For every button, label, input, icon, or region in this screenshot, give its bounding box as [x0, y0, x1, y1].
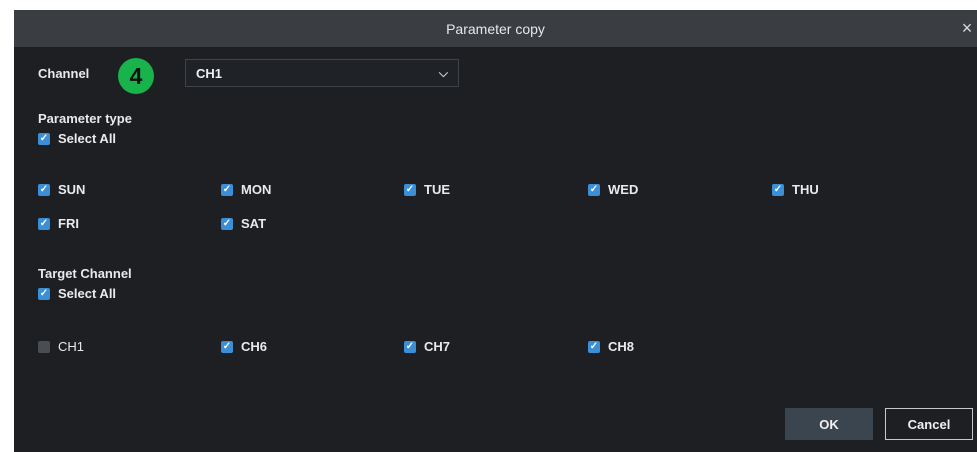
checkbox-checked-icon: ✓	[588, 183, 600, 196]
checkbox-checked-icon: ✓	[38, 217, 50, 230]
dialog-title: Parameter copy	[446, 20, 545, 37]
target-channel-checkbox-ch6[interactable]: ✓ CH6	[221, 339, 267, 354]
channel-option-label: CH7	[424, 339, 451, 354]
checkbox-checked-icon: ✓	[588, 340, 600, 353]
checkbox-checked-icon: ✓	[404, 183, 416, 196]
day-checkbox-wed[interactable]: ✓ WED	[588, 182, 638, 197]
parameter-type-label: Parameter type	[38, 111, 132, 126]
target-channel-checkbox-ch7[interactable]: ✓ CH7	[404, 339, 450, 354]
day-checkbox-tue[interactable]: ✓ TUE	[404, 182, 450, 197]
day-label: SUN	[58, 182, 86, 197]
day-checkbox-thu[interactable]: ✓ THU	[772, 182, 819, 197]
day-label: WED	[608, 182, 639, 197]
target-channel-checkbox-ch8[interactable]: ✓ CH8	[588, 339, 634, 354]
cancel-button[interactable]: Cancel	[885, 408, 973, 440]
checkbox-checked-icon: ✓	[772, 183, 784, 196]
day-label: TUE	[424, 182, 450, 197]
day-checkbox-fri[interactable]: ✓ FRI	[38, 216, 79, 231]
day-label: THU	[792, 182, 819, 197]
checkbox-checked-icon: ✓	[221, 183, 233, 196]
parameter-select-all-label: Select All	[58, 131, 117, 146]
dialog-titlebar: Parameter copy ×	[14, 10, 977, 47]
day-label: MON	[241, 182, 272, 197]
target-channel-label: Target Channel	[38, 266, 132, 281]
day-checkbox-mon[interactable]: ✓ MON	[221, 182, 271, 197]
channel-select-value: CH1	[196, 65, 223, 81]
checkbox-unchecked-icon	[38, 340, 50, 353]
channel-option-label: CH8	[608, 339, 635, 354]
ok-button[interactable]: OK	[785, 408, 873, 440]
parameter-select-all-checkbox[interactable]: ✓ Select All	[38, 131, 116, 146]
day-label: SAT	[241, 216, 267, 231]
checkbox-checked-icon: ✓	[38, 183, 50, 196]
step-number-badge: 4	[118, 58, 154, 94]
day-label: FRI	[58, 216, 79, 231]
parameter-copy-dialog: Parameter copy × Channel 4 CH1 ⌵ Paramet…	[14, 10, 977, 452]
target-channel-checkbox-ch1[interactable]: CH1	[38, 339, 84, 354]
checkbox-checked-icon: ✓	[221, 217, 233, 230]
channel-select[interactable]: CH1 ⌵	[185, 59, 459, 87]
channel-option-label: CH6	[241, 339, 268, 354]
channel-label: Channel	[38, 66, 90, 81]
close-icon[interactable]: ×	[957, 10, 977, 47]
target-select-all-checkbox[interactable]: ✓ Select All	[38, 286, 116, 301]
channel-option-label: CH1	[58, 339, 85, 354]
target-select-all-label: Select All	[58, 286, 117, 301]
checkbox-checked-icon: ✓	[404, 340, 416, 353]
checkbox-checked-icon: ✓	[38, 132, 50, 145]
day-checkbox-sat[interactable]: ✓ SAT	[221, 216, 266, 231]
day-checkbox-sun[interactable]: ✓ SUN	[38, 182, 85, 197]
checkbox-checked-icon: ✓	[38, 287, 50, 300]
chevron-down-icon: ⌵	[438, 65, 448, 80]
checkbox-checked-icon: ✓	[221, 340, 233, 353]
